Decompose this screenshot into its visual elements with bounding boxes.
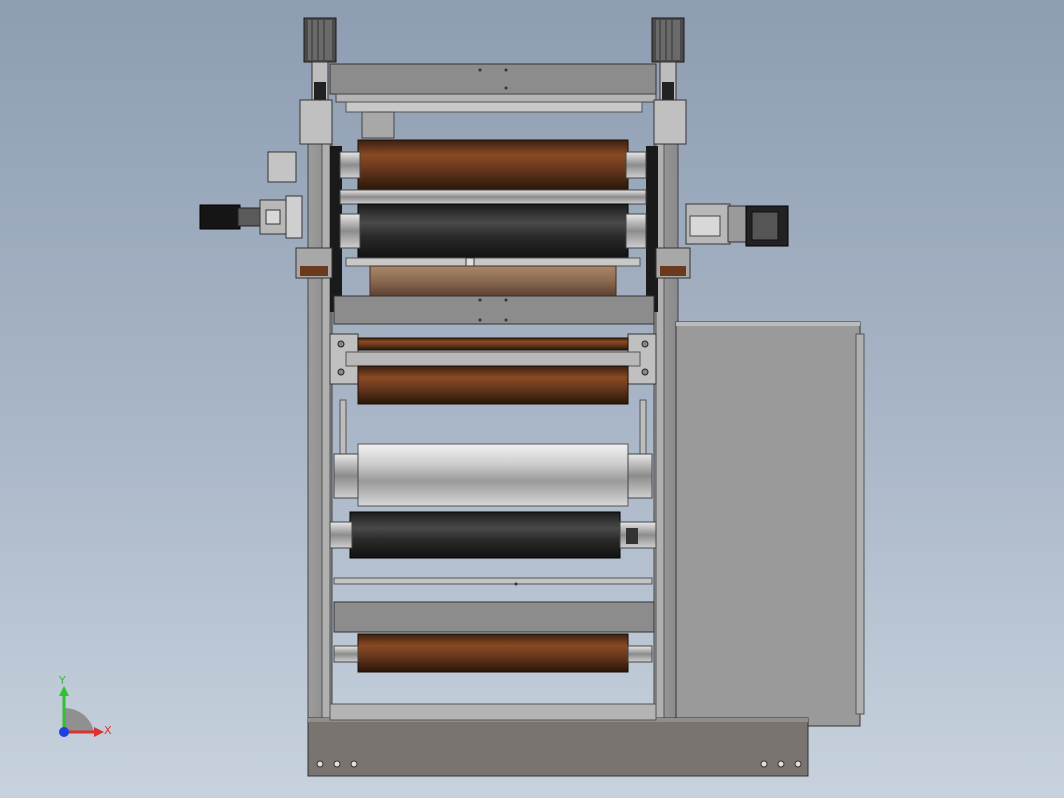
upper-lower-crossbar xyxy=(333,295,655,325)
triad-z-axis-icon xyxy=(59,727,69,737)
top-right-motor[interactable] xyxy=(651,17,685,103)
mid-brown-roller[interactable] xyxy=(345,337,641,405)
left-frame-post[interactable] xyxy=(307,99,333,721)
base-plate[interactable] xyxy=(307,717,809,777)
black-rubber-roller[interactable] xyxy=(339,203,647,259)
bottom-brown-roller[interactable] xyxy=(333,633,653,673)
lower-tan-roller[interactable] xyxy=(369,265,617,297)
triad-x-arrow-icon xyxy=(94,727,104,737)
control-cabinet[interactable] xyxy=(675,321,865,727)
triad-y-label: Y xyxy=(58,674,66,687)
cad-viewport[interactable] xyxy=(0,0,1064,798)
bottom-black-roller[interactable] xyxy=(329,511,657,559)
lower-guide-rail xyxy=(333,577,653,586)
top-crossbar[interactable] xyxy=(329,63,657,139)
triad-x-label: X xyxy=(104,724,112,737)
lower-frame-rail xyxy=(329,703,657,721)
chrome-idler-shaft[interactable] xyxy=(339,189,647,205)
upper-brown-roller[interactable] xyxy=(339,139,647,191)
lower-crossbar xyxy=(333,601,655,633)
triad-y-arrow-icon xyxy=(59,686,69,696)
triad-plane-icon xyxy=(64,707,94,732)
coordinate-triad: Y X xyxy=(58,674,112,737)
silver-chrome-roller[interactable] xyxy=(333,443,653,507)
